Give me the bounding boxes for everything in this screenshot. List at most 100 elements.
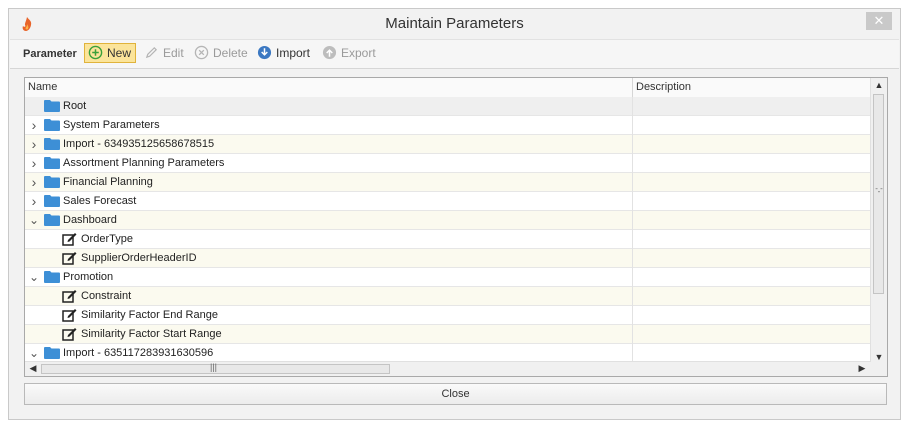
folder-icon: [44, 119, 60, 131]
folder-icon: [44, 347, 60, 359]
delete-button[interactable]: Delete: [191, 43, 252, 63]
expander-placeholder: [48, 290, 58, 302]
edit-parameter-icon: [62, 309, 77, 322]
grid-header: Name Description: [25, 78, 871, 98]
description-cell-divider: [632, 306, 633, 325]
folder-icon: [44, 100, 60, 112]
scroll-left-arrow-icon[interactable]: ◀: [26, 363, 40, 374]
description-cell-divider: [632, 287, 633, 306]
parameter-tree-grid[interactable]: Name Description Root › System Parameters ›…: [24, 77, 888, 377]
folder-icon: [44, 195, 60, 207]
plus-circle-icon: [88, 45, 103, 60]
edit-button-label: Edit: [163, 46, 184, 60]
maintain-parameters-window: Maintain Parameters ✕ Parameter New Edit…: [8, 8, 901, 420]
download-circle-icon: [257, 45, 272, 60]
chevron-right-icon[interactable]: ›: [29, 194, 39, 208]
delete-button-label: Delete: [213, 46, 248, 60]
chevron-down-icon[interactable]: ⌄: [29, 347, 39, 359]
new-button-label: New: [107, 46, 132, 60]
folder-label: Dashboard: [63, 214, 117, 226]
description-cell-divider: [632, 249, 633, 268]
horizontal-scroll-thumb[interactable]: |||: [41, 362, 390, 374]
scrollbar-corner: [871, 362, 887, 376]
import-button-label: Import: [276, 46, 311, 60]
folder-label: Assortment Planning Parameters: [63, 157, 225, 169]
tree-row[interactable]: › System Parameters: [25, 116, 871, 135]
window-close-button[interactable]: ✕: [866, 12, 892, 30]
grip-icon: |||: [210, 362, 218, 372]
tree-row[interactable]: › Import - 634935125658678515: [25, 135, 871, 154]
edit-parameter-icon: [62, 290, 77, 303]
folder-label: Promotion: [63, 271, 114, 283]
folder-icon: [44, 138, 60, 150]
folder-label: Import - 634935125658678515: [63, 138, 215, 150]
expander-placeholder: [48, 233, 58, 245]
chevron-down-icon[interactable]: ⌄: [29, 271, 39, 283]
new-button[interactable]: New: [84, 43, 137, 63]
x-circle-icon: [194, 45, 209, 60]
column-header-name[interactable]: Name: [28, 81, 57, 93]
close-button[interactable]: Close: [24, 383, 887, 405]
tree-row[interactable]: OrderType: [25, 230, 871, 249]
chevron-right-icon[interactable]: ›: [29, 137, 39, 151]
tree-row[interactable]: SupplierOrderHeaderID: [25, 249, 871, 268]
description-cell-divider: [632, 268, 633, 287]
description-cell-divider: [632, 97, 633, 116]
description-cell-divider: [632, 211, 633, 230]
pencil-icon: [145, 46, 158, 59]
expander-placeholder: [48, 328, 58, 340]
tree-row[interactable]: Similarity Factor Start Range: [25, 325, 871, 344]
tree-row[interactable]: Constraint: [25, 287, 871, 306]
expander-placeholder: [29, 100, 39, 112]
tree-row[interactable]: Similarity Factor End Range: [25, 306, 871, 325]
title-bar: Maintain Parameters ✕: [9, 9, 900, 39]
vertical-scrollbar[interactable]: ▲ - - - ▼: [870, 78, 887, 368]
toolbar-label: Parameter: [23, 48, 77, 60]
expander-placeholder: [48, 252, 58, 264]
edit-parameter-icon: [62, 328, 77, 341]
horizontal-scrollbar[interactable]: ◀ ||| ▶: [25, 361, 871, 376]
tree-row[interactable]: ⌄ Promotion: [25, 268, 871, 287]
tree-row[interactable]: ⌄ Dashboard: [25, 211, 871, 230]
parameter-label: Similarity Factor Start Range: [81, 328, 222, 340]
upload-circle-icon: [322, 45, 337, 60]
description-cell-divider: [632, 192, 633, 211]
scroll-down-arrow-icon[interactable]: ▼: [872, 352, 886, 362]
scroll-right-arrow-icon[interactable]: ▶: [855, 363, 869, 374]
window-title: Maintain Parameters: [385, 15, 524, 32]
tree-row[interactable]: › Assortment Planning Parameters: [25, 154, 871, 173]
chevron-right-icon[interactable]: ›: [29, 156, 39, 170]
description-cell-divider: [632, 116, 633, 135]
chevron-down-icon[interactable]: ⌄: [29, 214, 39, 226]
expander-placeholder: [48, 309, 58, 321]
folder-label: System Parameters: [63, 119, 160, 131]
parameter-label: Similarity Factor End Range: [81, 309, 218, 321]
folder-icon: [44, 176, 60, 188]
tree-row[interactable]: › Sales Forecast: [25, 192, 871, 211]
column-divider[interactable]: [632, 78, 633, 97]
folder-label: Sales Forecast: [63, 195, 137, 207]
description-cell-divider: [632, 230, 633, 249]
folder-icon: [44, 271, 60, 283]
tree-row[interactable]: Root: [25, 97, 871, 116]
folder-icon: [44, 157, 60, 169]
tree-row[interactable]: › Financial Planning: [25, 173, 871, 192]
chevron-right-icon[interactable]: ›: [29, 118, 39, 132]
chevron-right-icon[interactable]: ›: [29, 175, 39, 189]
grip-icon: - - -: [875, 184, 883, 196]
vertical-scroll-thumb[interactable]: - - -: [873, 94, 884, 294]
parameter-label: Constraint: [81, 290, 132, 302]
description-cell-divider: [632, 154, 633, 173]
edit-button[interactable]: Edit: [141, 43, 188, 63]
folder-label: Root: [63, 100, 87, 112]
import-button[interactable]: Import: [254, 43, 314, 63]
export-button[interactable]: Export: [319, 43, 380, 63]
folder-label: Financial Planning: [63, 176, 153, 188]
folder-icon: [44, 214, 60, 226]
toolbar: Parameter New Edit Delete Import Export: [10, 39, 899, 69]
description-cell-divider: [632, 173, 633, 192]
scroll-up-arrow-icon[interactable]: ▲: [872, 80, 886, 90]
column-header-description[interactable]: Description: [636, 81, 691, 93]
edit-parameter-icon: [62, 252, 77, 265]
parameter-label: OrderType: [81, 233, 133, 245]
